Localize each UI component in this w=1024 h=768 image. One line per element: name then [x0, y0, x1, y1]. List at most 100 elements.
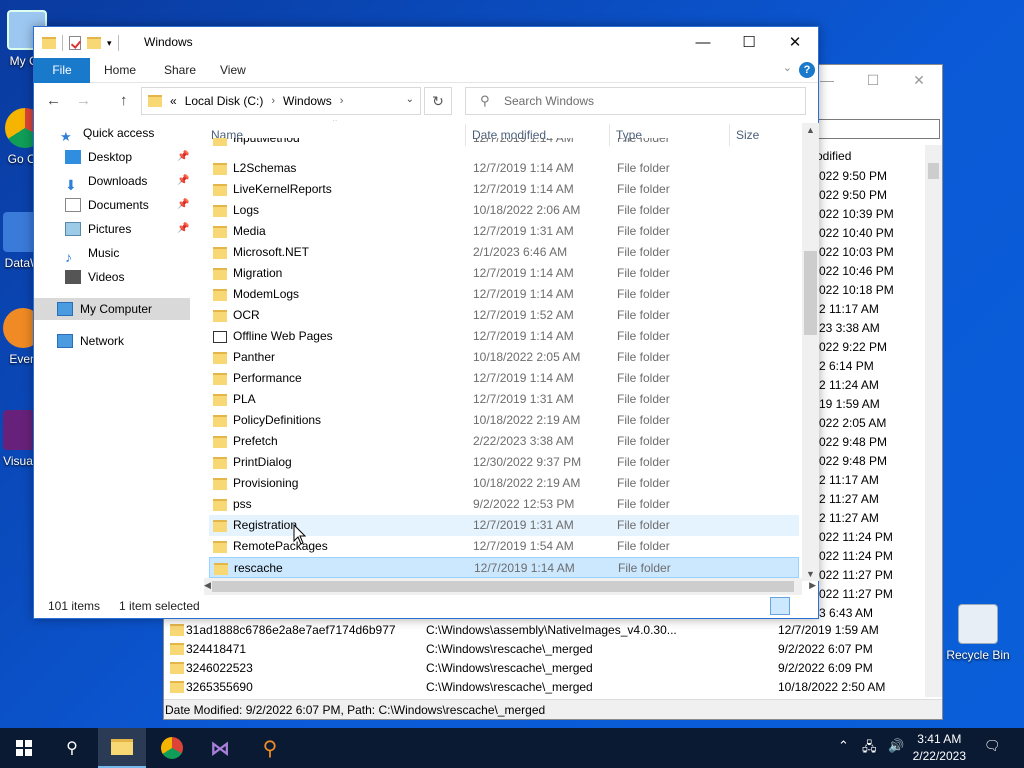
table-row[interactable]: InputMethod 12/7/2019 1:14 AM File folde… [209, 138, 799, 152]
nav-network[interactable]: Network [57, 330, 124, 352]
search-button[interactable]: ⚲ [48, 728, 96, 768]
breadcrumb-windows[interactable]: Windows [283, 94, 332, 108]
new-folder-icon[interactable] [87, 37, 101, 49]
tab-home[interactable]: Home [90, 58, 150, 83]
pin-icon[interactable]: 📌 [177, 146, 189, 168]
forward-arrow-icon[interactable]: → [76, 92, 91, 109]
title-bar[interactable]: ▾ Windows — ☐ ✕ [34, 27, 818, 58]
nav-pictures[interactable]: Pictures 📌 [65, 218, 193, 240]
clock[interactable]: 3:41 AM 2/22/2023 [913, 731, 966, 765]
folder-icon [111, 739, 133, 755]
table-row[interactable]: OCR 12/7/2019 1:52 AM File folder [209, 305, 799, 326]
folder-icon [213, 138, 227, 146]
table-row[interactable]: Microsoft.NET 2/1/2023 6:46 AM File folder [209, 242, 799, 263]
customize-dropdown-icon[interactable]: ▾ [107, 38, 112, 49]
taskbar-file-explorer[interactable] [98, 728, 146, 768]
table-row[interactable]: PLA 12/7/2019 1:31 AM File folder [209, 389, 799, 410]
scroll-thumb[interactable] [804, 251, 817, 335]
horizontal-scrollbar[interactable]: ◀ ▶ [204, 578, 816, 595]
nav-documents[interactable]: Documents 📌 [65, 194, 193, 216]
tab-view[interactable]: View [206, 58, 260, 83]
table-row[interactable]: Performance 12/7/2019 1:14 AM File folder [209, 368, 799, 389]
chrome-icon [161, 737, 183, 759]
list-item[interactable]: 31ad1888c6786e2a8e7aef7174d6b977 C:\Wind… [164, 621, 927, 640]
table-row[interactable]: ModemLogs 12/7/2019 1:14 AM File folder [209, 284, 799, 305]
chevron-down-icon[interactable]: ⌄ [406, 94, 414, 105]
large-icons-view-icon[interactable] [794, 597, 814, 615]
breadcrumb-local-disk[interactable]: Local Disk (C:) [185, 94, 264, 108]
separator [117, 35, 119, 51]
table-row[interactable]: Logs 10/18/2022 2:06 AM File folder [209, 200, 799, 221]
nav-quick-access[interactable]: ★ Quick access [60, 122, 154, 144]
up-arrow-icon[interactable]: ↑ [120, 92, 128, 109]
scroll-down-icon[interactable]: ▼ [806, 569, 815, 579]
taskbar-everything[interactable]: ⚲ [246, 728, 294, 768]
pin-icon[interactable]: 📌 [177, 170, 189, 192]
nav-music[interactable]: ♪ Music [65, 242, 119, 265]
column-header-date[interactable]: odified [816, 149, 851, 163]
vertical-scrollbar[interactable] [925, 145, 942, 697]
refresh-button[interactable]: ↻ [424, 87, 452, 115]
table-row[interactable]: PrintDialog 12/30/2022 9:37 PM File folder [209, 452, 799, 473]
scroll-right-icon[interactable]: ▶ [809, 580, 816, 591]
desktop-icon-recycle-bin[interactable]: Recycle Bin [938, 604, 1018, 662]
notifications-icon[interactable]: 🗨 [984, 738, 1001, 754]
table-row[interactable]: Migration 12/7/2019 1:14 AM File folder [209, 263, 799, 284]
search-input[interactable] [814, 119, 940, 139]
volume-icon[interactable]: 🔊 [888, 738, 904, 754]
file-date: 10/18/2022 2:05 AM [473, 350, 581, 364]
tab-file[interactable]: File [34, 58, 90, 83]
details-view-icon[interactable] [770, 597, 790, 615]
list-item[interactable]: 324418471 C:\Windows\rescache\_merged 9/… [164, 640, 927, 659]
table-row[interactable]: LiveKernelReports 12/7/2019 1:14 AM File f… [209, 179, 799, 200]
start-button[interactable] [0, 728, 48, 768]
time: 3:41 AM [917, 732, 962, 746]
help-icon[interactable]: ? [799, 62, 815, 78]
tab-share[interactable]: Share [150, 58, 210, 83]
chevron-right-icon[interactable]: › [340, 95, 344, 107]
explorer-window[interactable]: ▾ Windows — ☐ ✕ File Home Share View ⌄ ?… [33, 26, 819, 619]
table-row[interactable]: Panther 10/18/2022 2:05 AM File folder [209, 347, 799, 368]
minimize-button[interactable]: — [680, 27, 726, 57]
table-row[interactable]: Offline Web Pages 12/7/2019 1:14 AM File f… [209, 326, 799, 347]
folder-icon [213, 436, 227, 448]
breadcrumb-overflow[interactable]: « [170, 94, 177, 108]
pin-icon[interactable]: 📌 [177, 194, 189, 216]
table-row[interactable]: rescache 12/7/2019 1:14 AM File folder [209, 557, 799, 578]
nav-downloads[interactable]: ⬇ Downloads 📌 [65, 170, 193, 193]
scroll-up-icon[interactable]: ▲ [806, 125, 815, 135]
maximize-button[interactable]: ☐ [726, 27, 772, 57]
table-row[interactable]: Media 12/7/2019 1:31 AM File folder [209, 221, 799, 242]
back-arrow-icon[interactable]: ← [46, 92, 61, 109]
table-row[interactable]: pss 9/2/2022 12:53 PM File folder [209, 494, 799, 515]
table-row[interactable]: L2Schemas 12/7/2019 1:14 AM File folder [209, 158, 799, 179]
list-item[interactable]: 3246022523 C:\Windows\rescache\_merged 9… [164, 659, 927, 678]
chevron-right-icon[interactable]: › [271, 95, 275, 107]
vertical-scrollbar[interactable]: ▲ ▼ [802, 123, 819, 581]
network-icon[interactable]: 🖧 [862, 738, 877, 760]
scroll-left-icon[interactable]: ◀ [204, 580, 211, 591]
taskbar-chrome[interactable] [148, 728, 196, 768]
table-row[interactable]: Provisioning 10/18/2022 2:19 AM File folde… [209, 473, 799, 494]
close-button[interactable]: ✕ [896, 65, 942, 95]
date-cell: 022 9:50 PM [819, 169, 888, 183]
table-row[interactable]: PolicyDefinitions 10/18/2022 2:19 AM File … [209, 410, 799, 431]
close-button[interactable]: ✕ [772, 27, 818, 57]
properties-icon[interactable] [69, 36, 81, 50]
pin-icon[interactable]: 📌 [177, 218, 189, 240]
expand-ribbon-icon[interactable]: ⌄ [783, 61, 792, 74]
scroll-thumb[interactable] [212, 581, 794, 592]
list-item[interactable]: 3265355690 C:\Windows\rescache\_merged 1… [164, 678, 927, 697]
address-bar[interactable]: « Local Disk (C:) › Windows › ⌄ [141, 87, 421, 115]
show-hidden-icons-icon[interactable]: ⌃ [838, 738, 849, 754]
nav-videos[interactable]: Videos [65, 266, 124, 288]
window-title: Windows [144, 35, 193, 49]
folder-icon [170, 643, 184, 655]
taskbar-visual-studio[interactable]: ⋈ [196, 728, 244, 768]
scroll-thumb[interactable] [928, 163, 939, 179]
search-input[interactable]: ⚲ Search Windows [465, 87, 806, 115]
nav-my-computer[interactable]: My Computer [34, 298, 190, 320]
table-row[interactable]: Prefetch 2/22/2023 3:38 AM File folder [209, 431, 799, 452]
maximize-button[interactable]: ☐ [850, 65, 896, 95]
nav-desktop[interactable]: Desktop 📌 [65, 146, 193, 168]
